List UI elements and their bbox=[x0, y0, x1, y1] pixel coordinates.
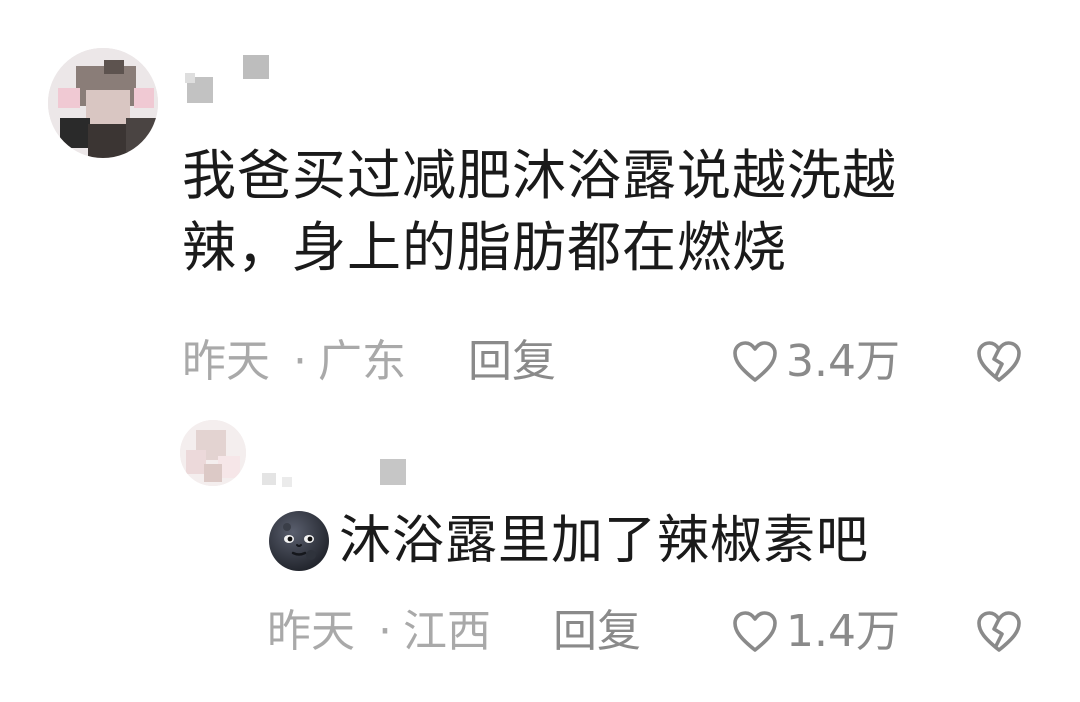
reply-username-obscured[interactable] bbox=[262, 455, 412, 491]
comment-text-line-1: 我爸买过减肥沐浴露说越洗越 bbox=[182, 144, 897, 207]
comment-time: 昨天 bbox=[182, 336, 270, 387]
comment-section: 我爸买过减肥沐浴露说越洗越 辣，身上的脂肪都在燃烧 昨天 · 广东 回复 3.4… bbox=[0, 0, 1080, 702]
meta-separator: · bbox=[293, 336, 307, 387]
like-count: 1.4万 bbox=[786, 606, 900, 657]
username-obscured[interactable] bbox=[185, 55, 285, 107]
reply-button[interactable]: 回复 bbox=[553, 602, 641, 662]
like-count: 3.4万 bbox=[786, 336, 900, 387]
heart-outline-icon bbox=[732, 340, 778, 384]
reply-text: 沐浴露里加了辣椒素吧 bbox=[267, 506, 869, 576]
broken-heart-icon[interactable] bbox=[976, 340, 1022, 384]
heart-outline-icon bbox=[732, 610, 778, 654]
like-button[interactable]: 1.4万 bbox=[732, 602, 900, 662]
like-button[interactable]: 3.4万 bbox=[732, 332, 900, 392]
reply-location: 江西 bbox=[403, 606, 491, 657]
broken-heart-icon[interactable] bbox=[976, 610, 1022, 654]
comment-text-line-2: 辣，身上的脂肪都在燃烧 bbox=[182, 216, 787, 279]
comment-location: 广东 bbox=[318, 336, 406, 387]
comment-text: 我爸买过减肥沐浴露说越洗越 辣，身上的脂肪都在燃烧 bbox=[182, 140, 962, 284]
reply-text-content: 沐浴露里加了辣椒素吧 bbox=[339, 511, 870, 571]
new-moon-face-icon bbox=[267, 509, 331, 573]
comment-meta-row: 昨天 · 广东 回复 3.4万 bbox=[0, 332, 1080, 392]
meta-separator: · bbox=[378, 606, 392, 657]
avatar[interactable] bbox=[48, 48, 158, 158]
reply-meta-row: 昨天 · 江西 回复 1.4万 bbox=[0, 602, 1080, 662]
reply-time: 昨天 bbox=[267, 606, 355, 657]
reply-button[interactable]: 回复 bbox=[468, 332, 556, 392]
reply-avatar[interactable] bbox=[180, 420, 246, 486]
